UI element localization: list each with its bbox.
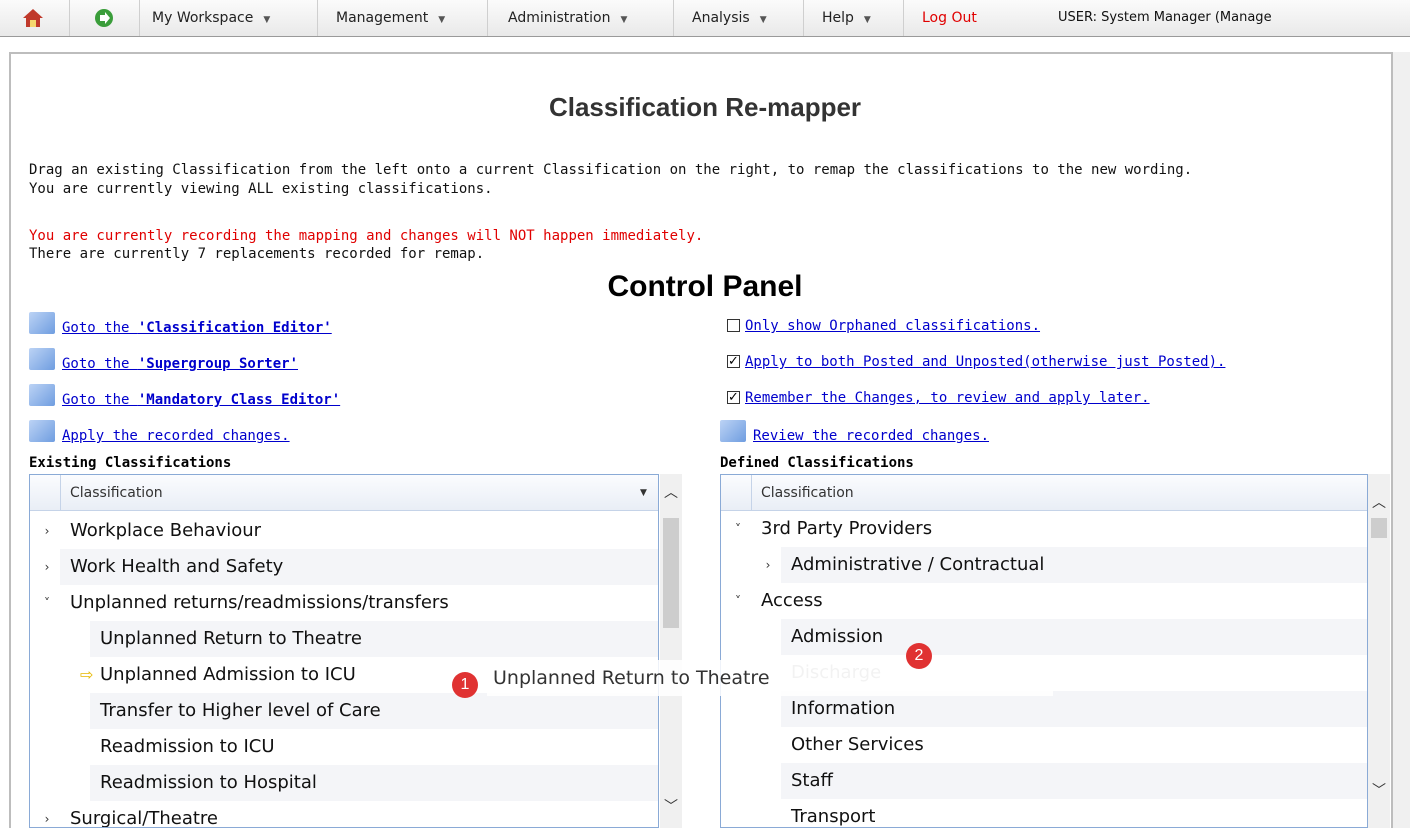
chevron-down-icon: ▼ <box>620 15 628 25</box>
apply-recorded-changes-link[interactable]: Apply the recorded changes. <box>62 428 290 444</box>
review-recorded-changes-link[interactable]: Review the recorded changes. <box>753 428 989 444</box>
scroll-up-icon[interactable]: ︿ <box>664 482 678 502</box>
menu-administration[interactable]: Administration ▼ <box>488 0 674 36</box>
menu-my-workspace[interactable]: My Workspace ▼ <box>140 0 318 36</box>
intro-text: Drag an existing Classification from the… <box>29 162 1193 178</box>
menu-management[interactable]: Management ▼ <box>318 0 488 36</box>
expand-icon[interactable]: › <box>40 513 54 549</box>
goto-mandatory-class-editor-link[interactable]: Goto the 'Mandatory Class Editor' <box>62 392 340 408</box>
grid-header: Classification <box>721 475 1367 511</box>
grid-header: Classification ▼ <box>30 475 658 511</box>
supergroup-sorter-icon <box>29 348 55 370</box>
existing-grid-scrollbar[interactable]: ︿ ﹀ <box>660 474 682 828</box>
orphaned-option-label[interactable]: Only show Orphaned classifications. <box>745 318 1040 334</box>
list-item[interactable]: Unplanned returns/readmissions/transfers <box>70 585 658 621</box>
list-item[interactable]: Admission <box>781 619 1367 655</box>
scroll-down-icon[interactable]: ﹀ <box>664 796 678 816</box>
list-item[interactable]: Staff <box>781 763 1367 799</box>
review-changes-icon <box>720 420 746 442</box>
expand-icon[interactable]: › <box>40 801 54 827</box>
defined-classifications-grid: Classification ˅ 3rd Party Providers › A… <box>720 474 1368 828</box>
column-header-classification[interactable]: Classification <box>761 475 854 511</box>
go-arrow-icon <box>95 9 113 27</box>
list-item[interactable]: Readmission to ICU <box>100 729 658 765</box>
list-item[interactable]: Work Health and Safety <box>60 549 658 585</box>
expand-icon[interactable]: › <box>40 549 54 585</box>
menu-analysis[interactable]: Analysis ▼ <box>674 0 804 36</box>
list-item[interactable]: Surgical/Theatre <box>70 801 658 827</box>
existing-classifications-grid: Classification ▼ › Workplace Behaviour ›… <box>29 474 659 828</box>
intro-text-viewing: You are currently viewing ALL existing c… <box>29 181 493 197</box>
top-menu-bar: My Workspace ▼ Management ▼ Administration… <box>0 0 1410 37</box>
apply-changes-icon <box>29 420 55 442</box>
step-badge-2: 2 <box>906 643 932 669</box>
mandatory-class-editor-icon <box>29 384 55 406</box>
control-panel-title: Control Panel <box>607 270 803 303</box>
list-item[interactable]: Access <box>761 583 1367 619</box>
goto-supergroup-sorter-link[interactable]: Goto the 'Supergroup Sorter' <box>62 356 298 372</box>
remember-changes-option-label[interactable]: Remember the Changes, to review and appl… <box>745 390 1150 406</box>
collapse-icon[interactable]: ˅ <box>731 511 745 547</box>
page-scrollbar[interactable] <box>1393 52 1410 828</box>
defined-grid-scrollbar[interactable]: ︿ ﹀ <box>1368 474 1390 828</box>
column-menu-icon[interactable]: ▼ <box>640 475 647 511</box>
scroll-thumb[interactable] <box>1371 518 1387 538</box>
chevron-down-icon: ▼ <box>263 15 271 25</box>
list-item[interactable]: Other Services <box>791 727 1367 763</box>
posted-unposted-checkbox[interactable]: ✓ <box>727 355 740 368</box>
expand-icon[interactable]: › <box>761 547 775 583</box>
home-button[interactable] <box>0 0 70 36</box>
chevron-down-icon: ▼ <box>759 15 767 25</box>
drag-proxy: Unplanned Return to Theatre <box>487 660 1053 696</box>
remember-changes-checkbox[interactable]: ✓ <box>727 391 740 404</box>
list-item[interactable]: Transport <box>791 799 1367 827</box>
list-item[interactable]: Information <box>781 691 1367 727</box>
posted-unposted-option-label[interactable]: Apply to both Posted and Unposted(otherw… <box>745 354 1225 370</box>
page-title: Classification Re-mapper <box>548 92 862 122</box>
user-label: USER: System Manager (Manage <box>1058 10 1272 25</box>
list-item[interactable]: Administrative / Contractual <box>781 547 1367 583</box>
menu-help[interactable]: Help ▼ <box>804 0 904 36</box>
list-item[interactable]: Unplanned Return to Theatre <box>90 621 658 657</box>
existing-classifications-heading: Existing Classifications <box>29 455 232 471</box>
chevron-down-icon: ▼ <box>438 15 446 25</box>
orphaned-checkbox[interactable] <box>727 319 740 332</box>
classification-editor-icon <box>29 312 55 334</box>
scroll-thumb[interactable] <box>663 518 679 628</box>
list-item[interactable]: 3rd Party Providers <box>761 511 1367 547</box>
step-badge-1: 1 <box>452 672 478 698</box>
recording-warning: You are currently recording the mapping … <box>29 228 704 244</box>
chevron-down-icon: ▼ <box>863 15 871 25</box>
collapse-icon[interactable]: ˅ <box>731 583 745 619</box>
list-item[interactable]: Workplace Behaviour <box>70 513 658 549</box>
collapse-icon[interactable]: ˅ <box>40 585 54 621</box>
scroll-up-icon[interactable]: ︿ <box>1372 492 1386 512</box>
go-button[interactable] <box>70 0 140 36</box>
defined-classifications-heading: Defined Classifications <box>720 455 914 471</box>
drag-arrow-icon: ⇨ <box>80 665 94 684</box>
scroll-down-icon[interactable]: ﹀ <box>1372 780 1386 800</box>
list-item[interactable]: Readmission to Hospital <box>90 765 658 801</box>
logout-link[interactable]: Log Out <box>904 0 1054 36</box>
home-icon <box>23 9 43 27</box>
goto-classification-editor-link[interactable]: Goto the 'Classification Editor' <box>62 320 332 336</box>
list-item[interactable]: Transfer to Higher level of Care <box>90 693 658 729</box>
replacement-count: There are currently 7 replacements recor… <box>29 246 485 262</box>
column-header-classification[interactable]: Classification <box>70 475 163 511</box>
